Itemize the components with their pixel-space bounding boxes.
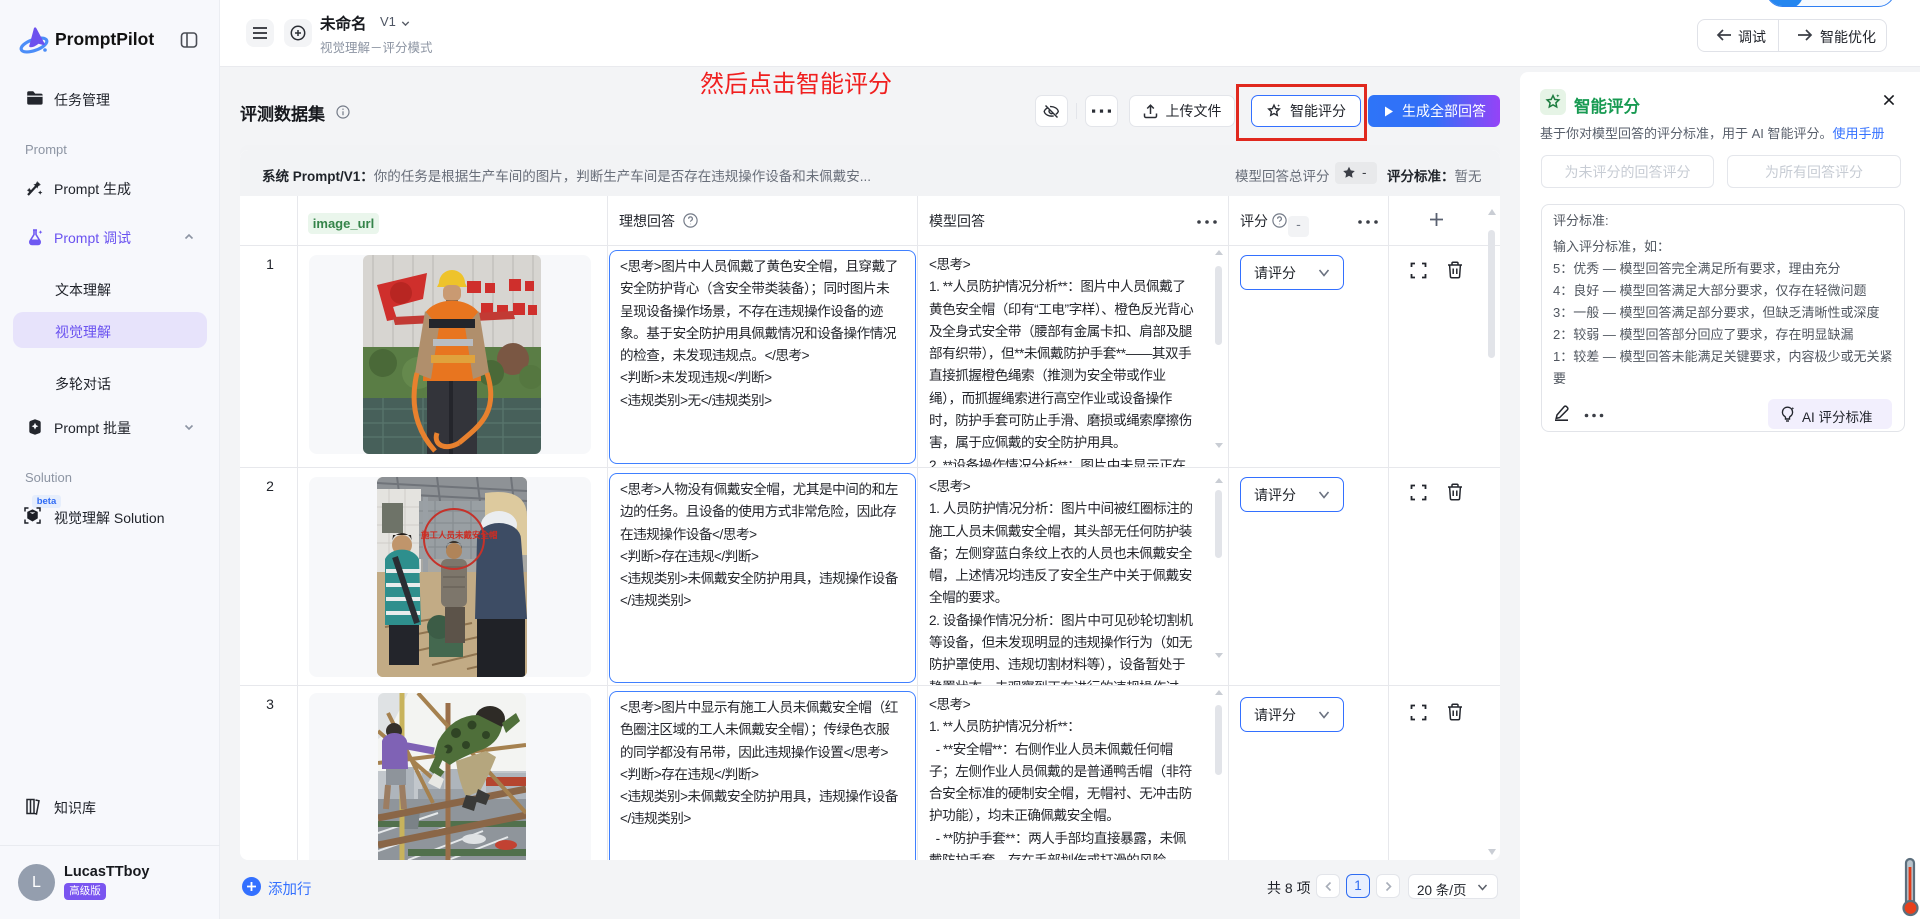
svg-text:施工人员未戴安全帽: 施工人员未戴安全帽	[421, 530, 498, 540]
